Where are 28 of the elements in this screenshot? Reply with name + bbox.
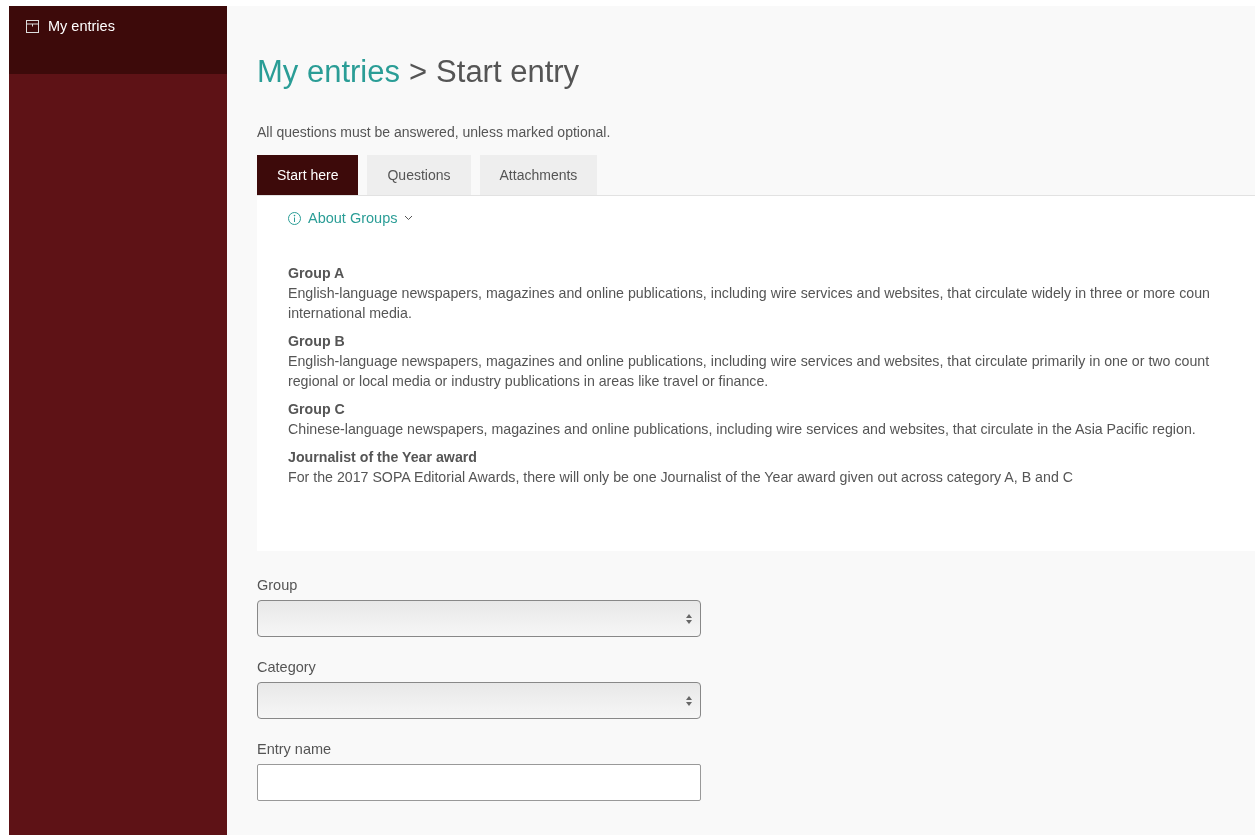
description-text: For the 2017 SOPA Editorial Awards, there will only be one Journalist of the Year award given out across category A, B and C bbox=[288, 467, 1074, 487]
chevron-icon bbox=[404, 215, 414, 221]
select-field[interactable] bbox=[257, 682, 701, 719]
field-label: Group bbox=[257, 577, 299, 593]
tab[interactable]: Start here bbox=[257, 155, 359, 195]
description-text: international media. bbox=[288, 303, 413, 323]
section-heading: Group B bbox=[288, 331, 346, 351]
section-heading: Group C bbox=[288, 399, 346, 419]
tab[interactable]: Attachments bbox=[479, 155, 598, 195]
description-text: regional or local media or industry publications in areas like travel or finance. bbox=[288, 371, 770, 391]
instructions-text: All questions must be answered, unless marked optional. bbox=[257, 124, 612, 140]
input-field[interactable] bbox=[257, 764, 701, 801]
page-title: Start entry bbox=[436, 54, 580, 90]
field-label: Entry name bbox=[257, 741, 333, 757]
select-field[interactable] bbox=[257, 600, 701, 637]
box-icon bbox=[26, 19, 39, 33]
sort-arrows-icon bbox=[686, 613, 692, 624]
description-text: English-language newspapers, magazines and online publications, including wire services and websites, that circulate widely in three or more coun bbox=[288, 283, 1211, 303]
tab[interactable]: Questions bbox=[367, 155, 471, 195]
breadcrumb-separator: > bbox=[409, 54, 428, 90]
info-icon bbox=[288, 211, 301, 225]
description-text: Chinese-language newspapers, magazines and online publications, including wire services and websites, that circulate in the Asia Pacific region. bbox=[288, 419, 1197, 439]
field-label: Category bbox=[257, 659, 317, 675]
sort-arrows-icon bbox=[686, 695, 692, 706]
section-heading: Journalist of the Year award bbox=[288, 447, 478, 467]
section-heading: Group A bbox=[288, 263, 346, 283]
sidebar-item[interactable]: My entries bbox=[9, 6, 227, 74]
description-text: English-language newspapers, magazines and online publications, including wire services and websites, that circulate primarily in one or two count bbox=[288, 351, 1211, 371]
